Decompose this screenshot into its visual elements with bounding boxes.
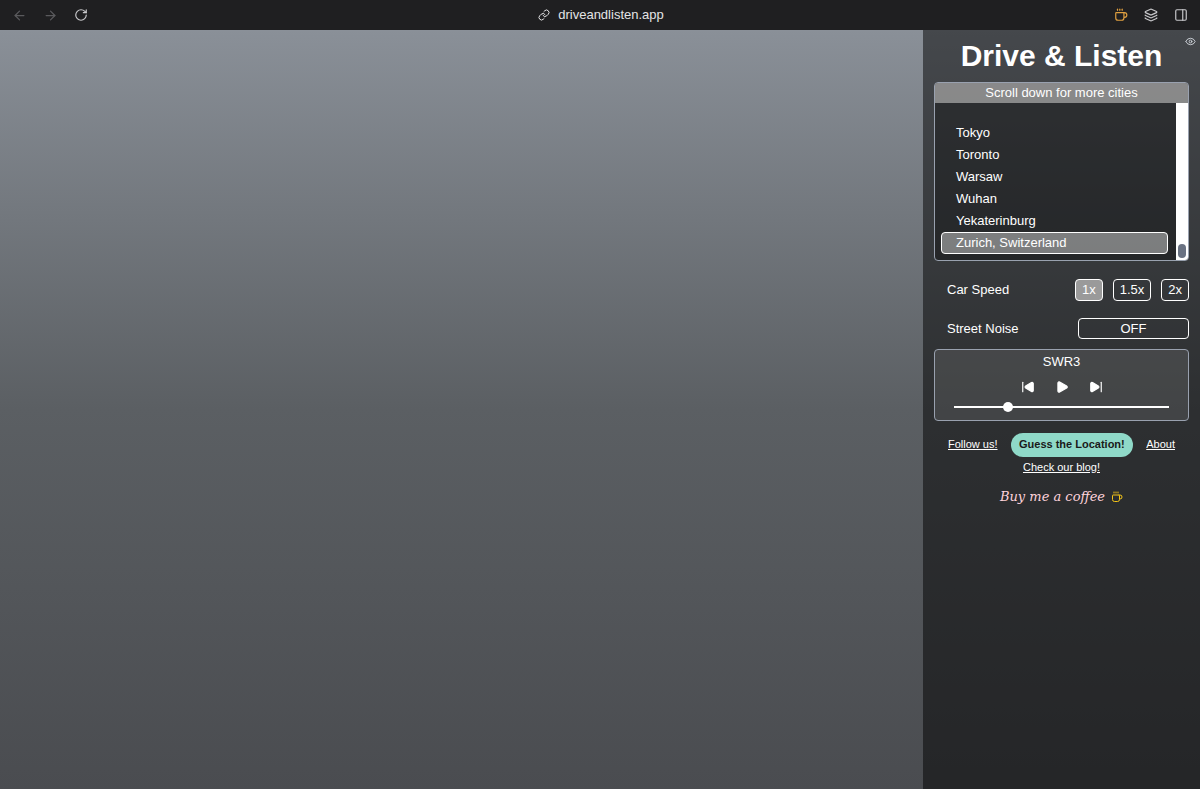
sidebar-icon[interactable] (1174, 8, 1188, 22)
city-item[interactable]: Warsaw (941, 166, 1168, 187)
speed-button[interactable]: 1x (1075, 279, 1103, 301)
car-speed-row: Car Speed1x1.5x2x (934, 279, 1189, 301)
play-icon[interactable] (1055, 380, 1069, 394)
url-field[interactable]: driveandlisten.app (538, 5, 664, 25)
radio-player: SWR3 (934, 349, 1189, 421)
city-list[interactable]: Scroll down for more citiesTokyoTorontoW… (934, 82, 1189, 261)
guess-button[interactable]: Guess the Location! (1011, 433, 1133, 457)
browser-bar: driveandlisten.app (0, 0, 1200, 30)
coffee-icon (1111, 491, 1123, 503)
next-icon[interactable] (1089, 380, 1103, 394)
list-hint: Scroll down for more cities (935, 83, 1188, 103)
app: driveandlisten.app Drive & ListenScroll d… (0, 0, 1200, 789)
city-item[interactable]: Zurich, Switzerland (941, 232, 1168, 254)
links-row: Follow us! Guess the Location! About (934, 433, 1189, 457)
about-link[interactable]: About (1146, 436, 1175, 453)
previous-icon[interactable] (1021, 380, 1035, 394)
tabs-icon[interactable] (1144, 8, 1158, 22)
city-item[interactable]: Tokyo (941, 122, 1168, 143)
control-panel: Drive & ListenScroll down for more citie… (923, 30, 1200, 789)
visibility-icon[interactable] (1185, 36, 1196, 47)
city-item[interactable]: Yekaterinburg (941, 210, 1168, 231)
link-icon (538, 9, 550, 21)
follow-link[interactable]: Follow us! (948, 436, 998, 453)
extension-icon[interactable] (1114, 8, 1128, 22)
speed-button[interactable]: 1.5x (1113, 279, 1152, 301)
blog-link[interactable]: Check our blog! (1023, 459, 1100, 476)
city-item[interactable]: Wuhan (941, 188, 1168, 209)
title: Drive & Listen (934, 30, 1189, 82)
forward-icon[interactable] (43, 8, 58, 23)
scrollbar[interactable] (1176, 103, 1188, 260)
station-name: SWR3 (1043, 350, 1081, 372)
city-item[interactable]: Toronto (941, 144, 1168, 165)
speed-button[interactable]: 2x (1161, 279, 1189, 301)
street-noise-row: Street NoiseOFF (934, 318, 1189, 340)
street-noise-toggle[interactable]: OFF (1078, 318, 1189, 340)
reload-icon[interactable] (74, 8, 88, 22)
volume-slider[interactable] (954, 402, 1169, 412)
page: Drive & ListenScroll down for more citie… (0, 30, 1200, 789)
coffee-link[interactable]: Buy me a coffee (934, 487, 1189, 507)
back-icon[interactable] (12, 8, 27, 23)
